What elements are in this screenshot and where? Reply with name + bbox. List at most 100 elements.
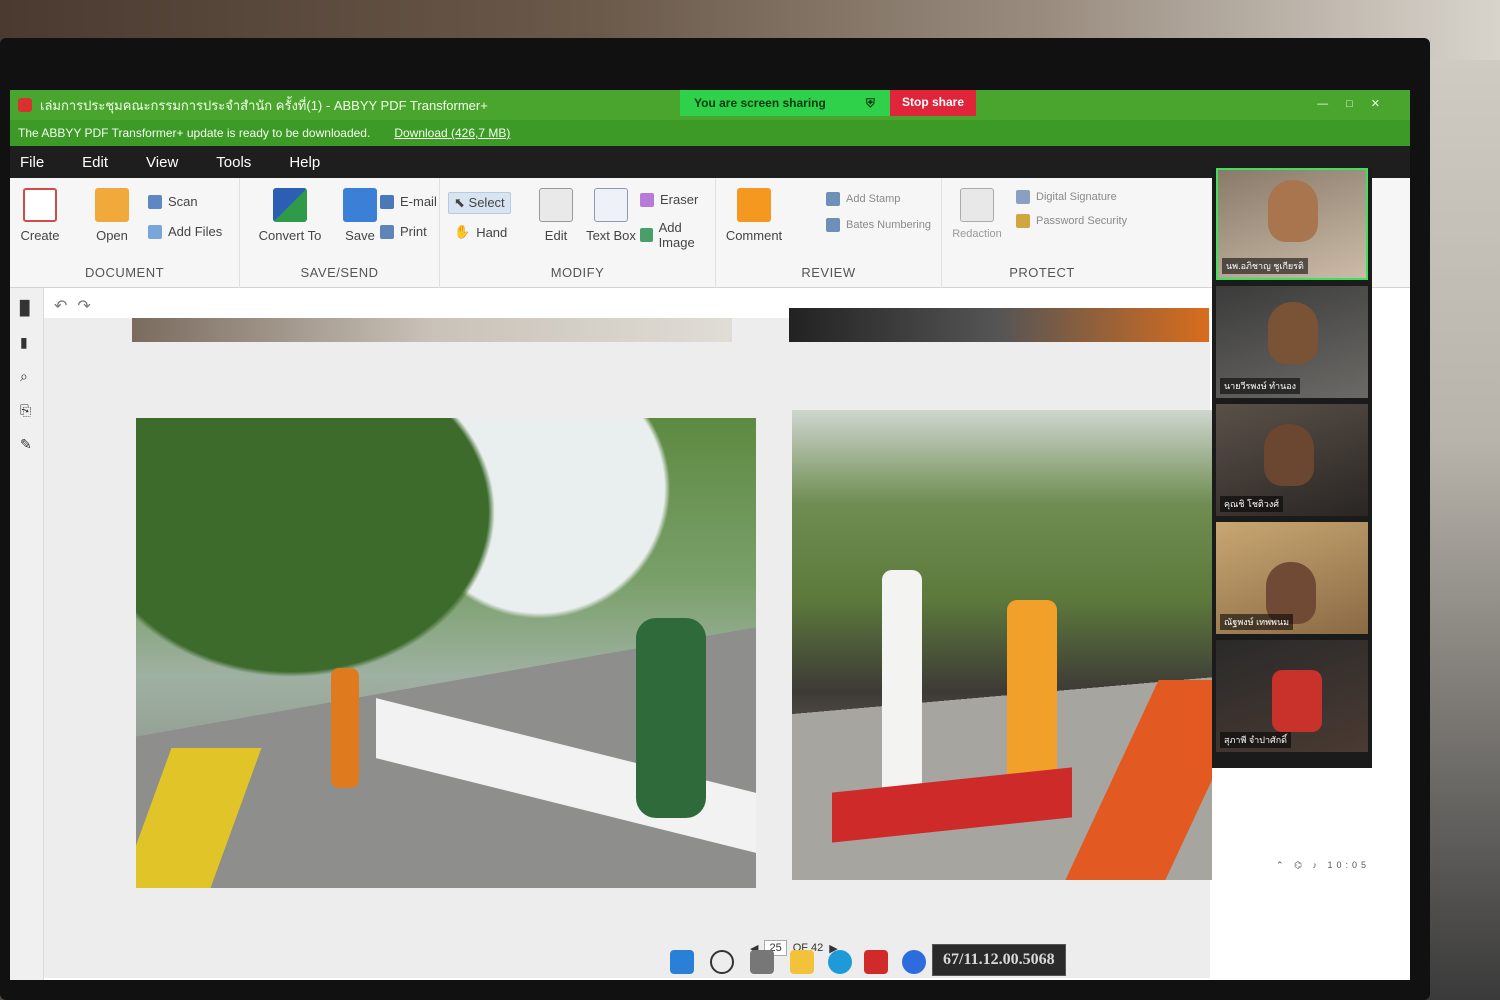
document-view[interactable] [44,308,1212,978]
edge-browser-icon[interactable] [828,950,852,974]
participant-name: นายวีรพงษ์ ทำนอง [1220,378,1301,394]
person-green-dress [636,618,706,818]
participant-tile[interactable]: นายวีรพงษ์ ทำนอง [1216,286,1368,398]
screen: เล่มการประชุมคณะกรรมการประจำสำนัก ครั้งท… [10,90,1410,980]
select-highlight: ⬉ Select [448,192,511,214]
convert-to-label: Convert To [258,228,322,243]
text-box-button[interactable]: Text Box [576,188,646,243]
comment-button[interactable]: Comment [722,188,786,243]
folder-icon [95,188,129,222]
open-button[interactable]: Open [82,188,142,243]
mcafee-icon[interactable] [864,950,888,974]
yellow-mat-in-photo [136,748,262,888]
select-tool-button[interactable]: ⬉ Select [448,192,511,214]
chevron-up-icon[interactable]: ⌃ [1276,860,1288,870]
add-files-button[interactable]: Add Files [148,224,222,239]
edit-label: Edit [544,228,568,243]
participant-tile[interactable]: ณัฐพงษ์ เทพพนม [1216,522,1368,634]
stop-share-button[interactable]: Stop share [890,90,977,116]
windows-start-icon[interactable] [670,950,694,974]
create-button[interactable]: Create [10,188,70,243]
create-icon [23,188,57,222]
printer-icon [380,224,394,239]
task-view-icon[interactable] [750,950,774,974]
text-box-icon [594,188,628,222]
redo-icon[interactable]: ↷ [77,298,100,315]
group-review: Comment Add Stamp Bates Numbering REVIEW [716,178,942,288]
zoom-icon[interactable] [902,950,926,974]
eraser-button[interactable]: Eraser [640,192,698,207]
group-label-modify: MODIFY [550,265,605,280]
clock[interactable]: 10:05 [1327,860,1370,870]
participant-video [1268,180,1318,242]
scan-label: Scan [168,194,198,209]
group-label-document: DOCUMENT [84,265,165,280]
speaker-icon[interactable]: ♪ [1312,860,1321,870]
menu-bar: File Edit View Tools Help [10,146,1410,178]
password-security-button[interactable]: Password Security [1016,214,1127,228]
hand-tool-button[interactable]: ✋ Hand [454,224,507,240]
group-protect: Redaction Digital Signature Password Sec… [942,178,1142,288]
email-button[interactable]: E-mail [380,194,437,209]
pages-icon[interactable]: ▉ [20,300,34,316]
add-image-button[interactable]: Add Image [640,220,715,250]
redaction-icon [960,188,994,222]
attachment-icon[interactable]: ⎘ [20,402,34,418]
participant-tile[interactable]: นพ.อภิชาญ ชูเกียรติ [1216,168,1368,280]
eraser-label: Eraser [660,192,699,207]
group-label-protect: PROTECT [1009,265,1075,280]
bates-icon [826,218,840,232]
search-icon[interactable]: ⌕ [20,368,34,384]
network-icon[interactable]: ⌬ [1294,860,1306,870]
search-taskbar-icon[interactable] [710,950,734,974]
lock-icon [1016,214,1030,228]
digital-signature-button[interactable]: Digital Signature [1016,190,1117,204]
text-box-label: Text Box [586,228,636,243]
undo-icon[interactable]: ↶ [54,298,77,315]
scan-icon [148,194,162,209]
comment-note-icon [737,188,771,222]
menu-help[interactable]: Help [289,154,320,171]
participant-name: นพ.อภิชาญ ชูเกียรติ [1222,258,1308,274]
participant-tile[interactable]: สุภาพี จำปาศักดิ์ [1216,640,1368,752]
menu-view[interactable]: View [146,154,178,171]
add-stamp-label: Add Stamp [846,193,901,205]
signature-pen-icon[interactable]: ✎ [20,436,34,452]
scan-button[interactable]: Scan [148,194,198,209]
add-stamp-button[interactable]: Add Stamp [826,192,900,206]
eraser-icon [640,192,654,207]
menu-file[interactable]: File [20,154,44,171]
bates-numbering-label: Bates Numbering [846,219,931,231]
undo-redo: ↶↷ [54,296,101,316]
download-link[interactable]: Download (426,7 MB) [394,126,510,140]
print-label: Print [400,224,427,239]
red-carpet [832,767,1072,843]
orange-carpet [1065,680,1212,880]
password-security-label: Password Security [1036,215,1128,227]
convert-to-button[interactable]: Convert To [248,188,332,243]
menu-tools[interactable]: Tools [216,154,251,171]
create-label: Create [20,228,60,243]
participant-name: ณัฐพงษ์ เทพพนม [1220,614,1294,630]
print-button[interactable]: Print [380,224,427,239]
event-photo-right [792,410,1212,880]
participant-tile[interactable]: คุณชิ โชติวงศ์ [1216,404,1368,516]
previous-page-photo-strip [132,318,732,342]
file-explorer-icon[interactable] [790,950,814,974]
window-controls[interactable]: —□✕ [1317,97,1398,110]
open-label: Open [96,228,128,243]
menu-edit[interactable]: Edit [82,154,108,171]
floppy-disk-icon [343,188,377,222]
participant-video [1268,302,1318,364]
sharing-text: You are screen sharing [694,96,826,110]
digital-signature-label: Digital Signature [1036,191,1117,203]
bookmark-icon[interactable]: ▮ [20,334,34,350]
redaction-button[interactable]: Redaction [944,188,1010,240]
meeting-participants-panel: นพ.อภิชาญ ชูเกียรติ นายวีรพงษ์ ทำนอง คุณ… [1212,168,1372,768]
bates-numbering-button[interactable]: Bates Numbering [826,218,931,232]
monk-robe-right-photo [1007,600,1057,790]
add-files-icon [148,224,162,239]
system-tray: ⌃ ⌬ ♪ 10:05 [1276,860,1370,871]
shield-icon: ⛨ [865,95,875,110]
group-label-save-send: SAVE/SEND [300,265,379,280]
